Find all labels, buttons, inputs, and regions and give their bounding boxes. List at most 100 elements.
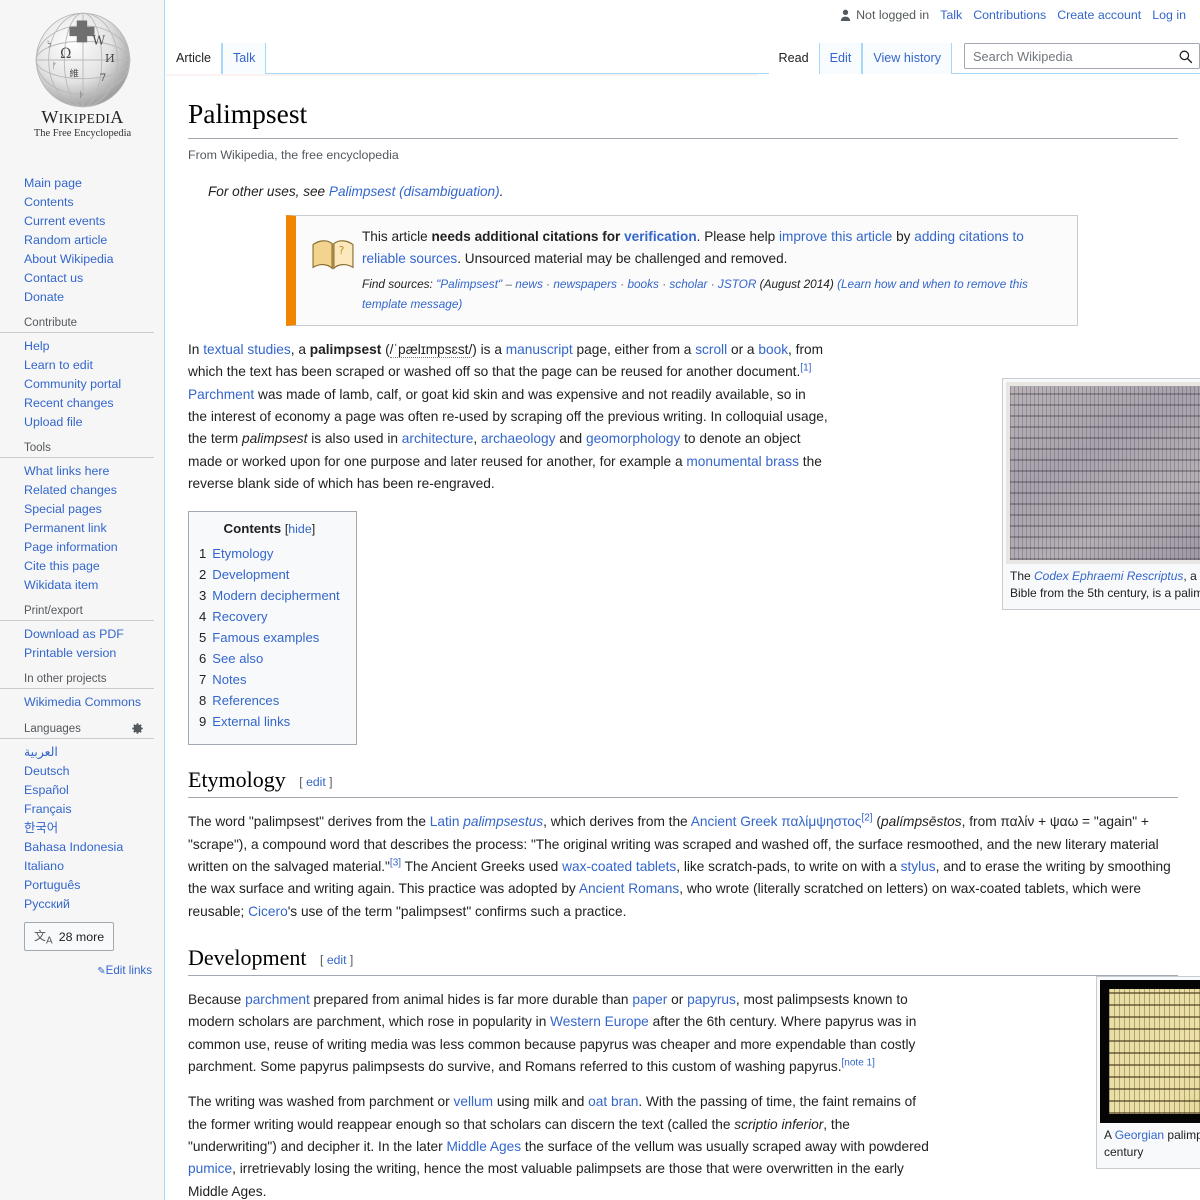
sidebar-item-contact-us[interactable]: Contact us bbox=[0, 269, 164, 288]
find-sources-jstor[interactable]: JSTOR bbox=[718, 277, 756, 291]
personal-link-create-account[interactable]: Create account bbox=[1057, 8, 1141, 22]
search-input[interactable] bbox=[965, 44, 1199, 68]
sidebar-item-upload-file[interactable]: Upload file bbox=[0, 413, 164, 432]
edit-link-etymology[interactable]: edit bbox=[306, 775, 326, 789]
etymology-link-italic-3[interactable]: palimpsestus bbox=[463, 814, 543, 829]
sidebar-item-special-pages[interactable]: Special pages bbox=[0, 500, 164, 519]
sidebar-item-recent-changes[interactable]: Recent changes bbox=[0, 394, 164, 413]
caption-codex-link-italic-1[interactable]: Codex Ephraemi Rescriptus bbox=[1034, 569, 1183, 583]
lead-link-25[interactable]: monumental brass bbox=[686, 454, 799, 469]
toc-link-recovery[interactable]: Recovery bbox=[212, 609, 267, 624]
toc-item[interactable]: 9 External links bbox=[199, 711, 340, 732]
lead-link-7[interactable]: manuscript bbox=[506, 342, 573, 357]
toc-link-see-also[interactable]: See also bbox=[212, 651, 263, 666]
lead-link-19[interactable]: architecture bbox=[402, 431, 474, 446]
development2-link-3[interactable]: oat bran bbox=[588, 1094, 638, 1109]
development2-link-7[interactable]: Middle Ages bbox=[447, 1139, 522, 1154]
find-sources-query[interactable]: "Palimpsest" bbox=[436, 277, 502, 291]
sidebar-item-random-article[interactable]: Random article bbox=[0, 231, 164, 250]
more-languages-button[interactable]: 文A 28 more bbox=[24, 922, 115, 952]
caption-georgian-link-1[interactable]: Georgian bbox=[1115, 1128, 1164, 1142]
sidebar-item-current-events[interactable]: Current events bbox=[0, 212, 164, 231]
toc-item[interactable]: 8 References bbox=[199, 690, 340, 711]
personal-link-talk[interactable]: Talk bbox=[940, 8, 962, 22]
development2-link-9[interactable]: pumice bbox=[188, 1161, 232, 1176]
etymology-link-1[interactable]: Latin bbox=[430, 814, 460, 829]
toc-link-development[interactable]: Development bbox=[212, 567, 289, 582]
sidebar-item-wikimedia-commons[interactable]: Wikimedia Commons bbox=[0, 693, 164, 712]
tab-article[interactable]: Article bbox=[166, 43, 222, 74]
reference-link[interactable]: [2] bbox=[861, 813, 872, 824]
toc-item[interactable]: 5 Famous examples bbox=[199, 627, 340, 648]
development1-link-1[interactable]: parchment bbox=[245, 992, 310, 1007]
etymology-link-20[interactable]: Ancient Romans bbox=[579, 881, 679, 896]
lead-link-23[interactable]: geomorphology bbox=[586, 431, 680, 446]
sidebar-item-permanent-link[interactable]: Permanent link bbox=[0, 519, 164, 538]
development2-link-1[interactable]: vellum bbox=[454, 1094, 494, 1109]
etymology-link-16[interactable]: wax-coated tablets bbox=[562, 859, 676, 874]
lead-link-21[interactable]: archaeology bbox=[481, 431, 556, 446]
wikipedia-logo[interactable]: Ω W И 維 7 ל ᚠ ᚦ WIKIPEDIA The Free Encyc… bbox=[0, 0, 165, 160]
toc-link-notes[interactable]: Notes bbox=[212, 672, 246, 687]
toc-item[interactable]: 1 Etymology bbox=[199, 543, 340, 564]
toc-link-famous-examples[interactable]: Famous examples bbox=[212, 630, 319, 645]
find-sources-news[interactable]: news bbox=[515, 277, 543, 291]
reference-link[interactable]: [note 1] bbox=[842, 1057, 875, 1068]
codex-ephraemi-image[interactable] bbox=[1006, 382, 1200, 564]
sidebar-lang-[interactable]: 한국어 bbox=[0, 819, 164, 838]
sidebar-lang-deutsch[interactable]: Deutsch bbox=[0, 762, 164, 781]
ambox-verification-link[interactable]: verification bbox=[624, 229, 697, 244]
development1-ref-9[interactable]: [note 1] bbox=[842, 1057, 875, 1068]
etymology-link-5[interactable]: Ancient Greek bbox=[691, 814, 778, 829]
sidebar-item-printable-version[interactable]: Printable version bbox=[0, 644, 164, 663]
reference-link[interactable]: [1] bbox=[800, 363, 811, 374]
sidebar-lang-portugu-s[interactable]: Português bbox=[0, 876, 164, 895]
search-icon[interactable] bbox=[1178, 49, 1193, 64]
toc-toggle[interactable]: [hide] bbox=[285, 522, 315, 536]
tab-read[interactable]: Read bbox=[768, 43, 819, 74]
etymology-link-7[interactable]: παλίμψηστος bbox=[781, 814, 861, 829]
etymology-link-22[interactable]: Cicero bbox=[248, 904, 288, 919]
search-box[interactable] bbox=[964, 43, 1200, 69]
sidebar-item-page-information[interactable]: Page information bbox=[0, 538, 164, 557]
reference-link[interactable]: [3] bbox=[390, 857, 401, 868]
edit-section-development[interactable]: [ edit ] bbox=[320, 953, 353, 967]
sidebar-item-what-links-here[interactable]: What links here bbox=[0, 462, 164, 481]
sidebar-item-learn-to-edit[interactable]: Learn to edit bbox=[0, 356, 164, 375]
sidebar-item-wikidata-item[interactable]: Wikidata item bbox=[0, 576, 164, 595]
toc-item[interactable]: 4 Recovery bbox=[199, 606, 340, 627]
toc-link-references[interactable]: References bbox=[212, 693, 279, 708]
tab-view-history[interactable]: View history bbox=[862, 43, 952, 74]
sidebar-lang-fran-ais[interactable]: Français bbox=[0, 800, 164, 819]
find-sources-newspapers[interactable]: newspapers bbox=[553, 277, 617, 291]
sidebar-item-download-as-pdf[interactable]: Download as PDF bbox=[0, 625, 164, 644]
find-sources-books[interactable]: books bbox=[627, 277, 658, 291]
sidebar-item-cite-this-page[interactable]: Cite this page bbox=[0, 557, 164, 576]
edit-links-link[interactable]: ✎Edit links bbox=[97, 964, 152, 977]
sidebar-item-main-page[interactable]: Main page bbox=[0, 174, 164, 193]
sidebar-item-related-changes[interactable]: Related changes bbox=[0, 481, 164, 500]
sidebar-lang-italiano[interactable]: Italiano bbox=[0, 857, 164, 876]
development1-link-3[interactable]: paper bbox=[632, 992, 667, 1007]
toc-hide-link[interactable]: hide bbox=[288, 522, 311, 536]
toc-link-external-links[interactable]: External links bbox=[212, 714, 290, 729]
development1-link-5[interactable]: papyrus bbox=[687, 992, 736, 1007]
gear-icon[interactable] bbox=[131, 722, 144, 735]
etymology-link-18[interactable]: stylus bbox=[901, 859, 936, 874]
hatnote-link[interactable]: Palimpsest (disambiguation) bbox=[329, 184, 500, 199]
lead-ref-13[interactable]: [1] bbox=[800, 363, 811, 374]
ambox-improve-link[interactable]: improve this article bbox=[779, 229, 892, 244]
sidebar-lang-[interactable]: Русский bbox=[0, 895, 164, 914]
sidebar-item-about-wikipedia[interactable]: About Wikipedia bbox=[0, 250, 164, 269]
sidebar-item-contents[interactable]: Contents bbox=[0, 193, 164, 212]
toc-item[interactable]: 6 See also bbox=[199, 648, 340, 669]
lead-link-1[interactable]: textual studies bbox=[203, 342, 291, 357]
toc-link-etymology[interactable]: Etymology bbox=[212, 546, 273, 561]
toc-item[interactable]: 2 Development bbox=[199, 564, 340, 585]
personal-link-contributions[interactable]: Contributions bbox=[973, 8, 1046, 22]
sidebar-lang-[interactable]: العربية bbox=[0, 743, 164, 762]
sidebar-item-help[interactable]: Help bbox=[0, 337, 164, 356]
lead-link-11[interactable]: book bbox=[758, 342, 788, 357]
lead-link-9[interactable]: scroll bbox=[695, 342, 727, 357]
development1-link-7[interactable]: Western Europe bbox=[550, 1014, 649, 1029]
